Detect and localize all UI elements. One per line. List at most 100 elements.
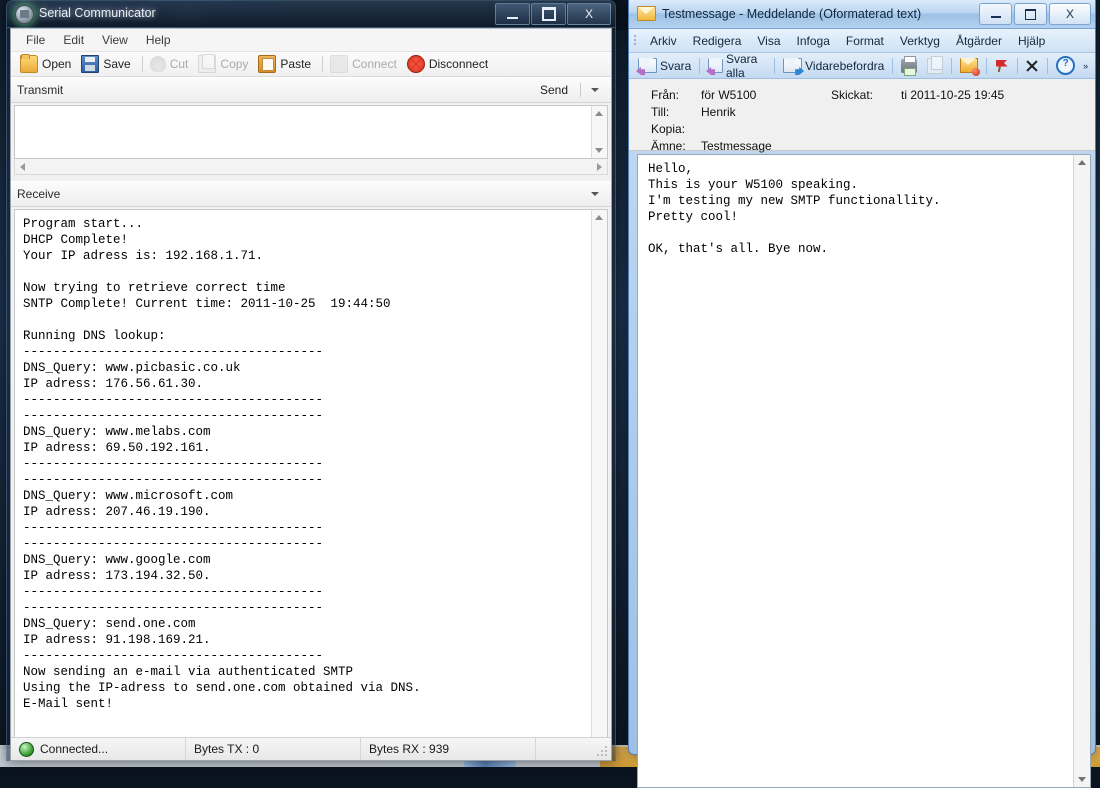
copy-label: Copy [220, 57, 248, 71]
disconnect-button[interactable]: Disconnect [404, 54, 495, 74]
flag-button[interactable] [990, 58, 1014, 74]
mail-toolbar: Svara Svara alla Vidarebefordra ? » [629, 53, 1095, 79]
forward-button[interactable]: Vidarebefordra [778, 57, 889, 74]
mail-window-title: Testmessage - Meddelande (Oformaterad te… [662, 7, 921, 21]
receive-panel-header: Receive [11, 181, 611, 207]
chevron-down-icon[interactable] [591, 88, 599, 92]
reply-icon [638, 58, 657, 73]
delete-button[interactable] [1020, 58, 1044, 74]
receive-vertical-scrollbar[interactable] [591, 210, 607, 750]
menu-item-edit[interactable]: Edit [54, 31, 93, 49]
disconnect-icon [407, 55, 425, 73]
copy-button-mail[interactable] [922, 57, 948, 75]
scroll-up-icon[interactable] [595, 111, 603, 116]
cut-button[interactable]: Cut [147, 55, 196, 73]
mail-toolbar-separator-1 [699, 58, 700, 74]
copy-icon [198, 55, 216, 73]
toolbar-separator-2 [322, 56, 323, 72]
serial-toolbar: Open Save Cut Copy Paste Connec [11, 52, 611, 77]
delete-x-icon [1025, 59, 1039, 73]
receive-scroll-up-icon[interactable] [595, 215, 603, 220]
toolbar-separator [142, 56, 143, 72]
mail-header-row-from: Från: för W5100 Skickat: ti 2011-10-25 1… [629, 87, 1095, 104]
menu-item-format[interactable]: Format [838, 32, 892, 50]
flag-icon [995, 59, 1009, 73]
sent-value: ti 2011-10-25 19:45 [901, 87, 1095, 104]
reply-all-button[interactable]: Svara alla [703, 51, 771, 81]
connect-label: Connect [352, 57, 397, 71]
status-bytes-tx: Bytes TX : 0 [186, 738, 361, 760]
receive-output[interactable]: Program start... DHCP Complete! Your IP … [14, 209, 608, 751]
menu-item-arkiv[interactable]: Arkiv [642, 32, 685, 50]
mail-scroll-down-icon[interactable] [1078, 777, 1086, 782]
close-icon: X [585, 7, 593, 21]
mail-maximize-button[interactable] [1014, 3, 1047, 25]
maximize-button[interactable] [531, 3, 566, 25]
scroll-down-icon[interactable] [595, 148, 603, 153]
reply-label: Svara [660, 59, 691, 73]
menu-item-verktyg[interactable]: Verktyg [892, 32, 948, 50]
mail-scroll-up-icon[interactable] [1078, 160, 1086, 165]
transmit-panel-header: Transmit Send [11, 77, 611, 103]
mail-body[interactable]: Hello, This is your W5100 speaking. I'm … [637, 154, 1091, 788]
resize-grip[interactable] [596, 746, 608, 758]
menu-item-redigera[interactable]: Redigera [685, 32, 750, 50]
help-button[interactable]: ? [1051, 55, 1080, 76]
mail-message-window: Testmessage - Meddelande (Oformaterad te… [628, 0, 1096, 755]
menu-item-visa[interactable]: Visa [749, 32, 788, 50]
mail-stamp-icon [960, 58, 978, 73]
print-icon [901, 59, 917, 73]
open-button[interactable]: Open [17, 54, 78, 74]
menu-item-atgarder[interactable]: Åtgärder [948, 32, 1010, 50]
mail-minimize-button[interactable] [979, 3, 1012, 25]
copy-icon [927, 58, 943, 74]
paste-button[interactable]: Paste [255, 54, 318, 74]
menu-item-view[interactable]: View [93, 31, 137, 49]
minimize-button[interactable] [495, 3, 530, 25]
move-to-folder-button[interactable] [955, 57, 983, 74]
reply-all-label: Svara alla [726, 52, 766, 80]
connect-button[interactable]: Connect [327, 54, 404, 74]
receive-chevron-down-icon[interactable] [591, 192, 599, 196]
cc-value [701, 121, 831, 138]
mail-header-row-cc: Kopia: [629, 121, 1095, 138]
toolbar-overflow-button[interactable]: » [1080, 55, 1091, 77]
subject-label: Ämne: [629, 138, 701, 155]
from-label: Från: [629, 87, 701, 104]
transmit-vertical-scrollbar[interactable] [591, 106, 607, 158]
mail-maximize-icon [1025, 9, 1036, 20]
menu-item-infoga[interactable]: Infoga [789, 32, 838, 50]
scroll-left-icon[interactable] [20, 163, 25, 171]
mail-body-text: Hello, This is your W5100 speaking. I'm … [638, 155, 1090, 263]
maximize-icon [542, 7, 556, 21]
close-button[interactable]: X [567, 3, 611, 25]
scroll-right-icon[interactable] [597, 163, 602, 171]
print-button[interactable] [896, 58, 922, 74]
menu-item-hjalp[interactable]: Hjälp [1010, 32, 1053, 50]
mail-title-bar[interactable]: Testmessage - Meddelande (Oformaterad te… [629, 0, 1095, 29]
mail-vertical-scrollbar[interactable] [1073, 155, 1090, 787]
forward-icon [783, 58, 802, 73]
open-label: Open [42, 57, 71, 71]
copy-button[interactable]: Copy [195, 54, 255, 74]
envelope-icon [637, 6, 656, 21]
serial-title-bar[interactable]: Serial Communicator X [7, 1, 615, 28]
save-label: Save [103, 57, 130, 71]
serial-status-bar: Connected... Bytes TX : 0 Bytes RX : 939 [11, 737, 611, 760]
minimize-icon [507, 17, 518, 19]
menu-item-file[interactable]: File [17, 31, 54, 49]
reply-button[interactable]: Svara [633, 57, 696, 74]
transmit-horizontal-scrollbar[interactable] [14, 159, 608, 175]
mail-toolbar-separator-2 [774, 58, 775, 74]
save-button[interactable]: Save [78, 54, 137, 74]
menu-item-help[interactable]: Help [137, 31, 180, 49]
receive-text: Program start... DHCP Complete! Your IP … [15, 210, 607, 718]
serial-window-title: Serial Communicator [39, 6, 156, 20]
mail-close-button[interactable]: X [1049, 3, 1091, 25]
connection-led-icon [19, 742, 34, 757]
mail-minimize-icon [991, 16, 1001, 18]
send-button[interactable]: Send [532, 83, 576, 97]
transmit-input[interactable] [14, 105, 608, 159]
menu-grip-icon[interactable] [633, 34, 638, 48]
overflow-chevron-icon: » [1083, 61, 1088, 71]
